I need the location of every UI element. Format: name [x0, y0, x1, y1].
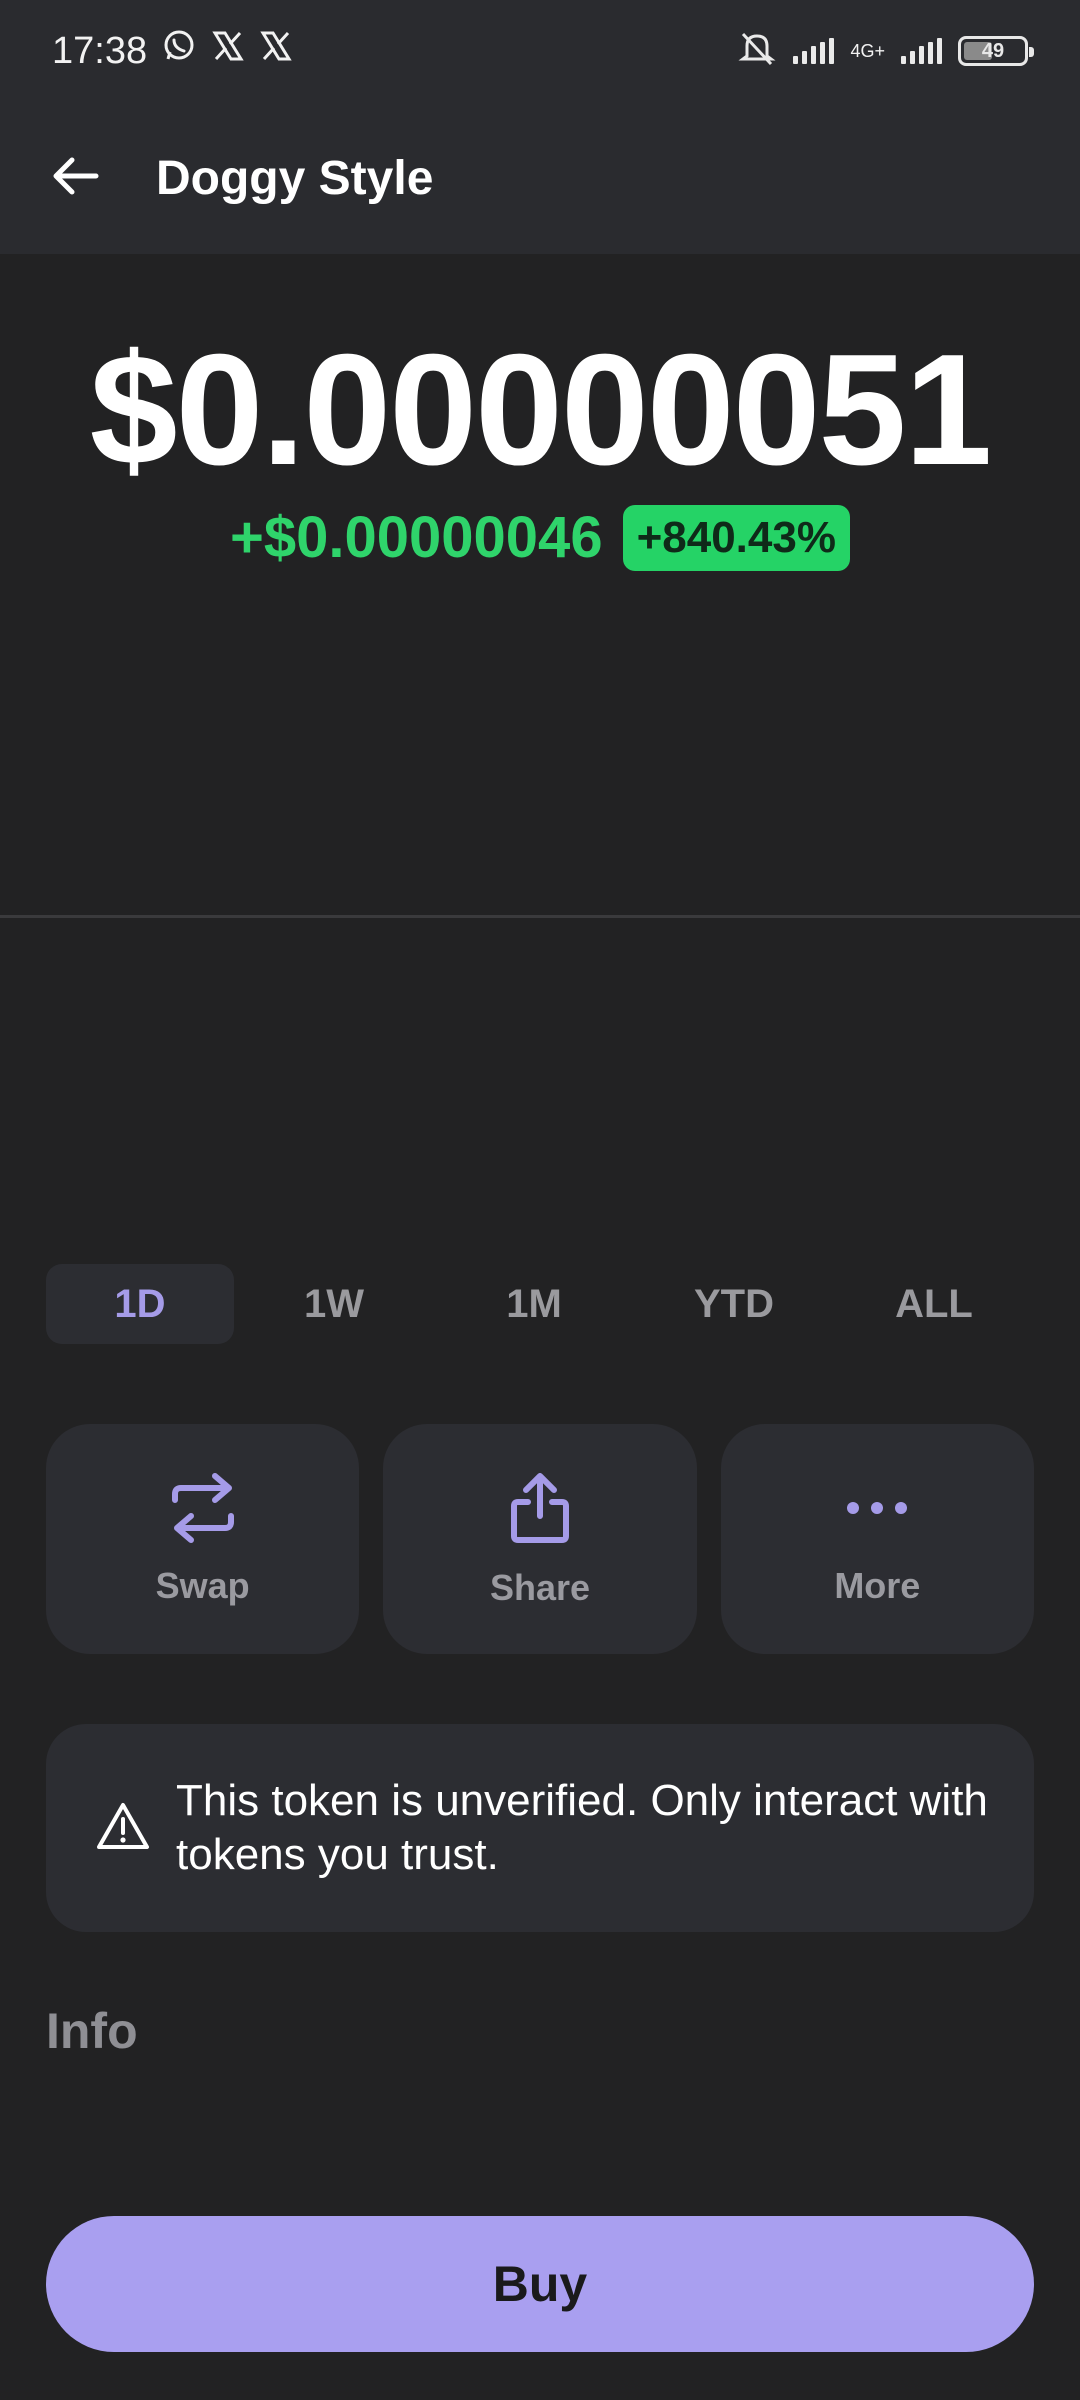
more-label: More — [834, 1564, 921, 1606]
warning-icon — [96, 1801, 150, 1856]
whatsapp-icon — [161, 28, 197, 74]
app-bar: Doggy Style — [0, 102, 1080, 254]
swap-button[interactable]: Swap — [46, 1424, 360, 1654]
token-price: $0.00000051 — [89, 322, 993, 498]
price-change-badge: +840.43% — [622, 504, 850, 571]
action-buttons: Swap Share More — [46, 1424, 1034, 1654]
share-icon — [508, 1470, 572, 1551]
bell-muted-icon — [737, 28, 777, 74]
range-1w[interactable]: 1W — [234, 1264, 434, 1344]
status-right: 4G+ 49 — [737, 28, 1034, 74]
signal-icon — [793, 38, 835, 64]
more-button[interactable]: More — [720, 1424, 1034, 1654]
range-ytd[interactable]: YTD — [634, 1264, 834, 1344]
range-selector: 1D 1W 1M YTD ALL — [46, 1264, 1034, 1344]
price-change-row: +$0.00000046 +840.43% — [0, 504, 1080, 571]
x-icon — [259, 29, 293, 73]
back-button[interactable] — [44, 146, 108, 210]
swap-icon — [169, 1472, 237, 1549]
page-title: Doggy Style — [156, 151, 434, 205]
network-type: 4G+ — [850, 41, 885, 61]
buy-button[interactable]: Buy — [46, 2216, 1034, 2352]
arrow-left-icon — [48, 148, 104, 209]
battery-level: 49 — [981, 39, 1005, 62]
network-indicator: 4G+ — [850, 42, 885, 60]
unverified-warning: This token is unverified. Only interact … — [46, 1724, 1034, 1932]
price-chart[interactable] — [0, 600, 1080, 1220]
info-heading: Info — [46, 2003, 138, 2059]
more-dots-icon — [845, 1472, 909, 1549]
price-change-value: +$0.00000046 — [230, 505, 603, 570]
warning-text: This token is unverified. Only interact … — [176, 1776, 988, 1879]
share-button[interactable]: Share — [383, 1424, 697, 1654]
chart-baseline — [0, 915, 1080, 918]
status-left: 17:38 — [52, 28, 293, 74]
status-time: 17:38 — [52, 29, 148, 72]
status-bar: 17:38 4G+ 49 — [0, 0, 1080, 102]
range-1m[interactable]: 1M — [434, 1264, 634, 1344]
range-1d[interactable]: 1D — [46, 1264, 234, 1344]
swap-label: Swap — [155, 1564, 250, 1606]
signal-icon — [901, 38, 942, 64]
x-icon — [211, 29, 245, 73]
share-label: Share — [489, 1566, 591, 1608]
battery-icon: 49 — [958, 36, 1034, 66]
range-all[interactable]: ALL — [834, 1264, 1034, 1344]
